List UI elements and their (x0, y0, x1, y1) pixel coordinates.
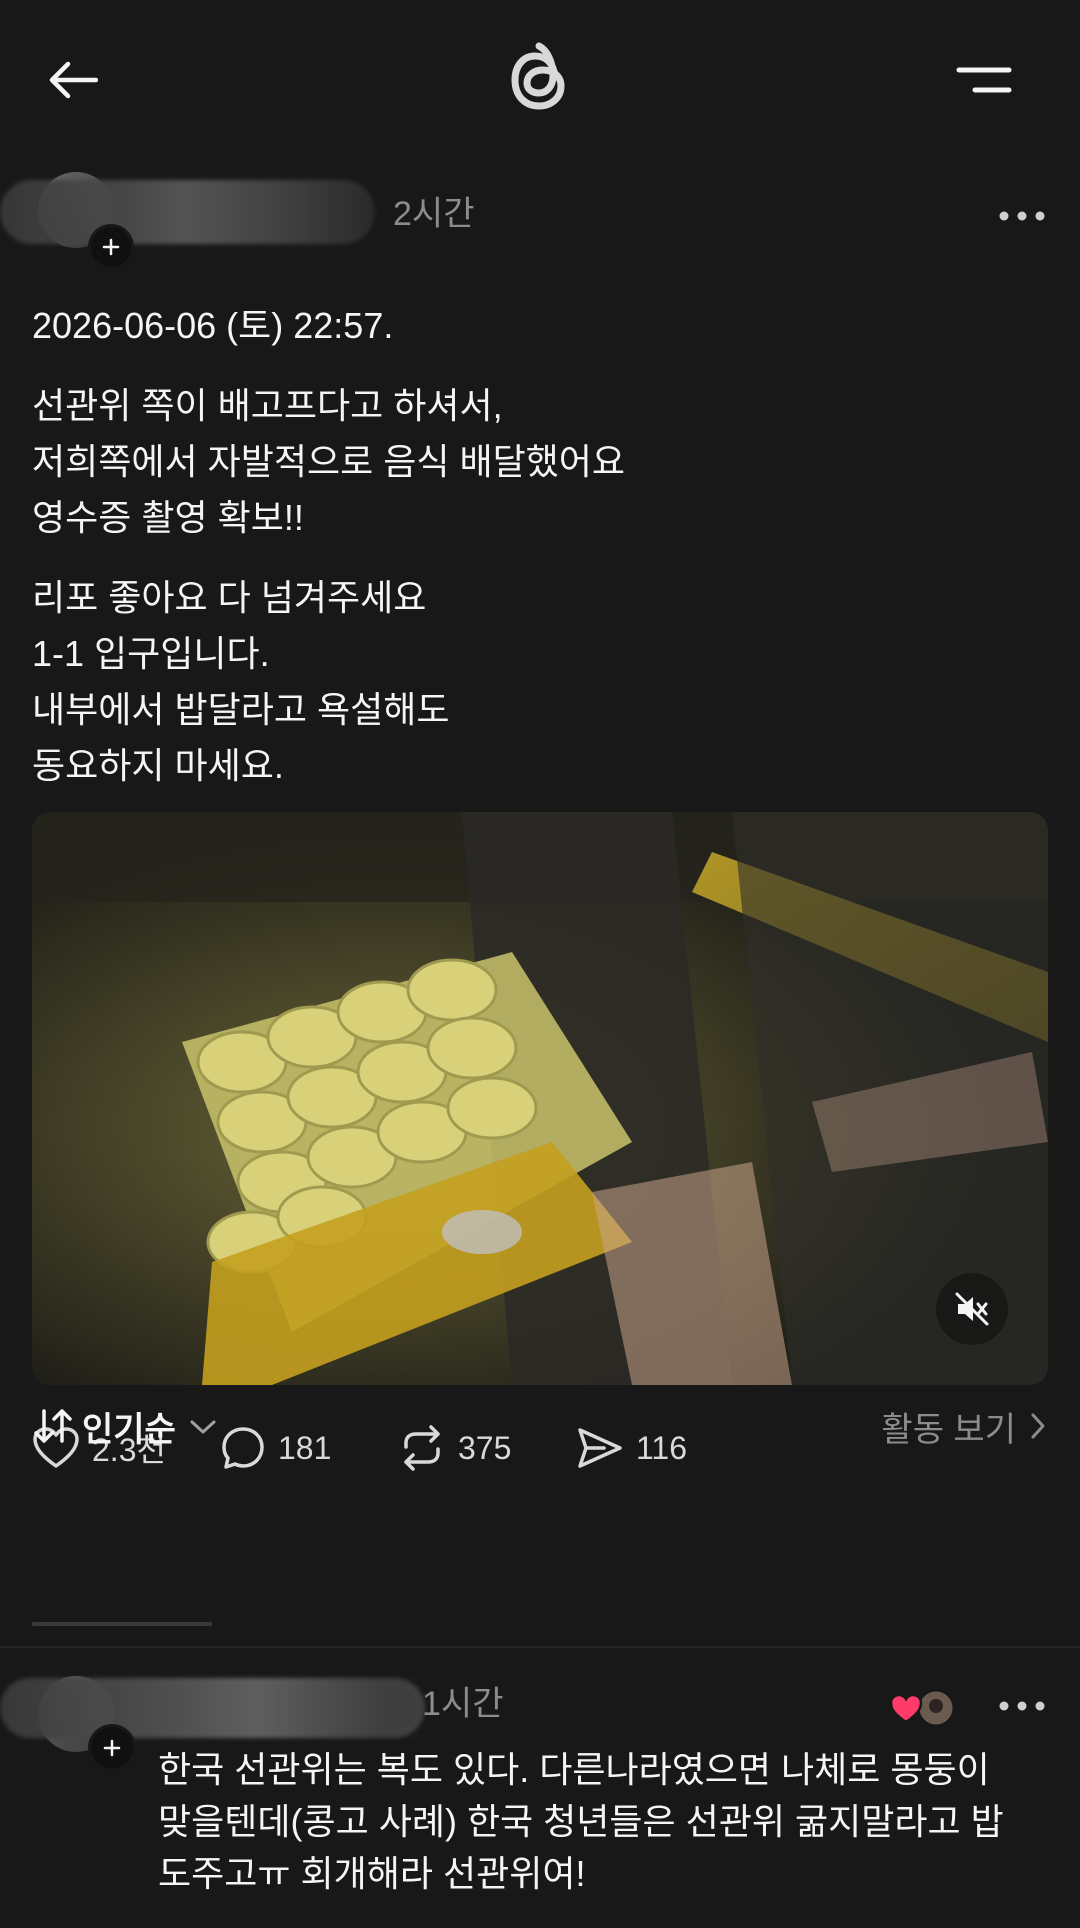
arrow-left-icon (49, 61, 98, 99)
threads-logo[interactable] (497, 36, 581, 124)
post-text-line: 저희쪽에서 자발적으로 음식 배달했어요 (32, 441, 626, 482)
sort-arrows-icon (34, 1409, 72, 1443)
mute-icon (955, 1292, 989, 1326)
reply-text-line: 도주고ㅠ 회개해라 선관위여! (158, 1853, 586, 1894)
post-text-line: 선관위 쪽이 배고프다고 하셔서, (32, 385, 503, 426)
reply-item: 1시간 한국 선관위는 복도 있다. 다른나라였으면 나체로 몽둥이 맞을텐데(… (0, 1660, 1080, 1928)
plus-icon (102, 238, 120, 256)
menu-button[interactable] (952, 56, 1016, 104)
plus-icon (103, 1739, 121, 1757)
post-text-line: 영수증 촬영 확보!! (32, 497, 304, 538)
post-text-line: 리포 좋아요 다 넘겨주세요 (32, 577, 427, 618)
video-frame (32, 812, 1048, 1385)
reply-time: 1시간 (422, 1685, 504, 1723)
sort-button[interactable]: 인기순 (32, 1390, 220, 1462)
top-bar (0, 0, 1080, 156)
post-more-button[interactable] (990, 196, 1054, 236)
post-date-line: 2026-06-06 (토) 22:57. (32, 305, 394, 346)
post-time: 2시간 (393, 195, 475, 233)
reply-text-line: 한국 선관위는 복도 있다. 다른나라였으면 나체로 몽둥이 (158, 1749, 990, 1790)
reply-more-button[interactable] (990, 1686, 1054, 1726)
reply-follow-badge[interactable] (88, 1724, 136, 1772)
follow-badge[interactable] (88, 224, 134, 270)
menu-icon (956, 67, 1012, 93)
post-author-row: 2시간 (0, 156, 1080, 276)
reply-author-name-blurred[interactable] (0, 1678, 425, 1738)
reply-body: 한국 선관위는 복도 있다. 다른나라였으면 나체로 몽둥이 맞을텐데(콩고 사… (158, 1744, 1048, 1900)
view-activity-button[interactable]: 활동 보기 (881, 1390, 1048, 1462)
post-text-line: 1-1 입구입니다. (32, 633, 270, 674)
reply-text-line: 맞을텐데(콩고 사례) 한국 청년들은 선관위 굶지말라고 밥 (158, 1801, 1004, 1842)
chevron-right-icon (1031, 1413, 1045, 1439)
post-body: 2026-06-06 (토) 22:57. 선관위 쪽이 배고프다고 하셔서, … (32, 298, 1042, 818)
view-activity-label: 활동 보기 (881, 1410, 1016, 1449)
author-name-blurred[interactable] (0, 180, 375, 244)
liked-by-author-icon (889, 1688, 956, 1728)
sort-tab-indicator (32, 1622, 212, 1626)
divider (0, 1646, 1080, 1648)
chevron-down-icon (190, 1420, 216, 1434)
author-liked-badge (888, 1688, 958, 1728)
mute-button[interactable] (936, 1273, 1008, 1345)
more-horizontal-icon (999, 211, 1045, 221)
more-horizontal-icon (999, 1701, 1045, 1711)
sort-label: 인기순 (82, 1410, 176, 1449)
post-text-line: 동요하지 마세요. (32, 745, 284, 786)
post-text-line: 내부에서 밥달라고 욕설해도 (32, 689, 450, 730)
post-video[interactable] (32, 812, 1048, 1385)
sort-row: 인기순 활동 보기 (0, 1390, 1080, 1462)
threads-logo-icon (511, 42, 565, 110)
back-button[interactable] (40, 52, 104, 108)
